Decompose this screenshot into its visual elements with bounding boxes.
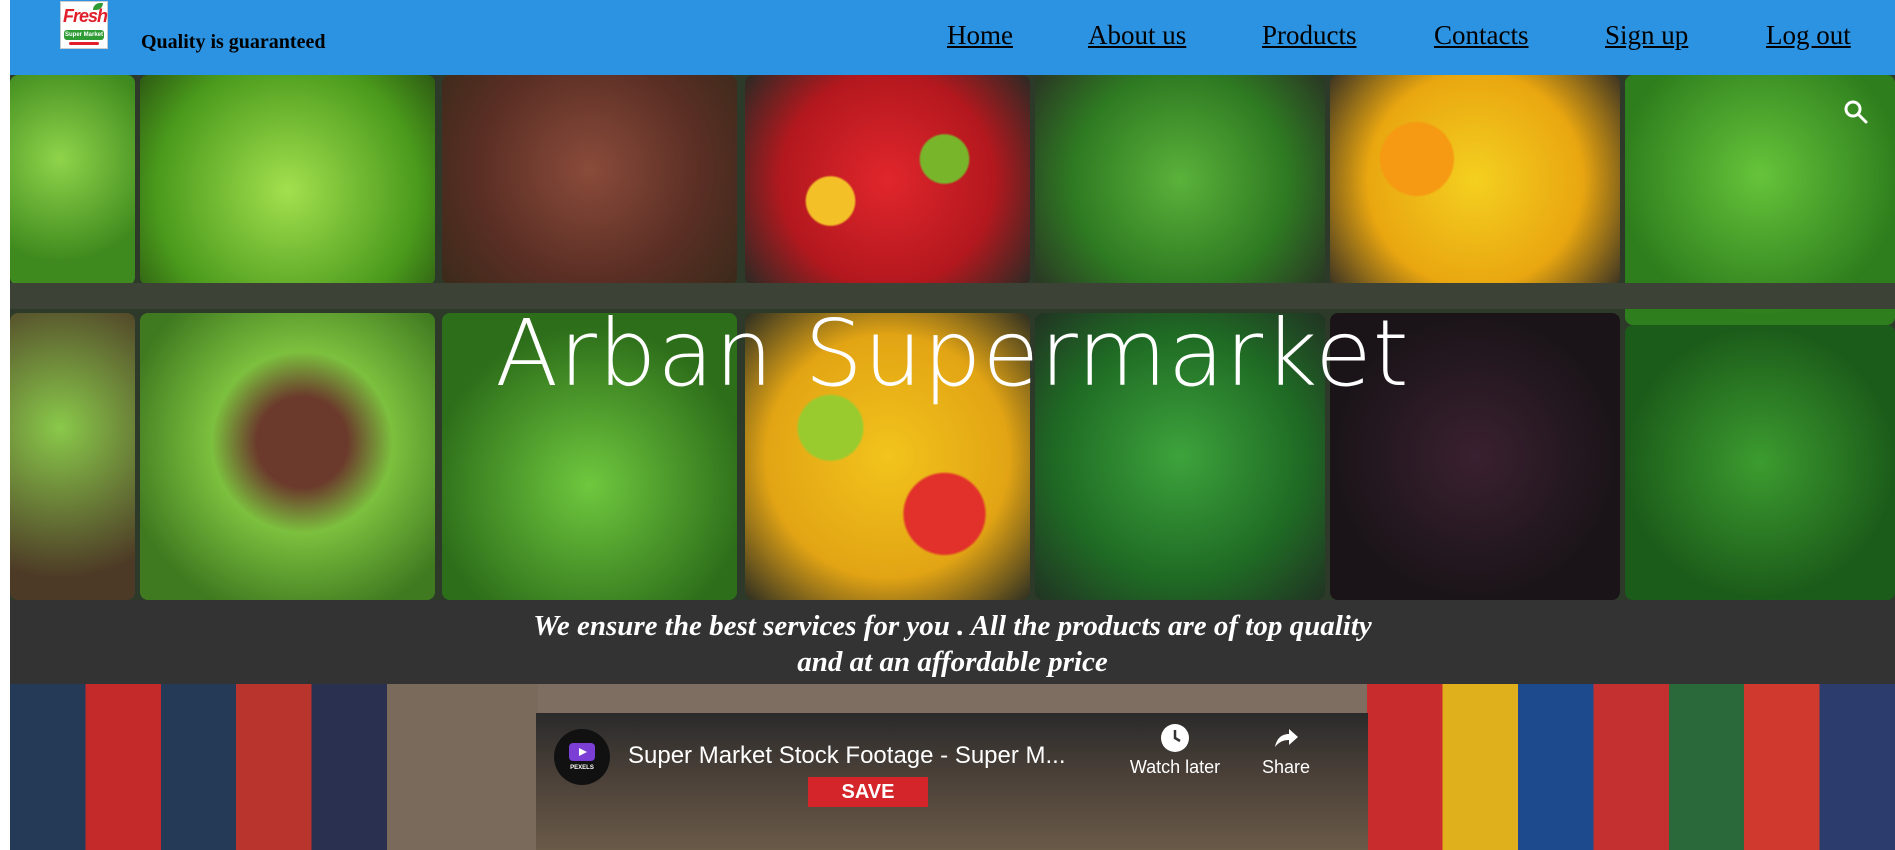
nav-home[interactable]: Home [947, 20, 1013, 51]
nav-log-out[interactable]: Log out [1766, 20, 1851, 51]
clock-icon [1161, 724, 1189, 752]
hero-title: Arban Supermarket [495, 300, 1410, 407]
play-icon [569, 743, 595, 761]
tagline-banner: We ensure the best services for you . Al… [10, 600, 1895, 684]
nav-products[interactable]: Products [1262, 20, 1357, 51]
channel-name: PEXELS [570, 765, 594, 771]
search-icon[interactable] [1843, 99, 1869, 125]
logo-underline [69, 42, 99, 45]
watch-later-label: Watch later [1129, 757, 1221, 777]
top-nav-bar: Fresh Super Market Quality is guaranteed… [10, 0, 1895, 75]
tagline: Quality is guaranteed [141, 31, 326, 53]
save-sign: SAVE [808, 777, 928, 807]
brand-logo[interactable]: Fresh Super Market [60, 1, 108, 49]
nav-contacts[interactable]: Contacts [1434, 20, 1529, 51]
nav-about-us[interactable]: About us [1088, 20, 1186, 51]
hero-banner: Arban Supermarket [10, 75, 1895, 600]
video-title[interactable]: Super Market Stock Footage - Super M... [628, 742, 1066, 770]
share-button[interactable]: Share [1251, 723, 1321, 778]
channel-avatar[interactable]: PEXELS [554, 729, 610, 785]
banner-text-line1: We ensure the best services for you . Al… [533, 610, 1372, 642]
logo-text: Fresh [63, 6, 108, 26]
banner-text-line2: and at an affordable price [797, 646, 1108, 678]
page: Fresh Super Market Quality is guaranteed… [10, 0, 1895, 850]
nav-sign-up[interactable]: Sign up [1605, 20, 1688, 51]
embedded-video-player[interactable]: SAVE PEXELS Super Market Stock Footage -… [536, 713, 1368, 850]
share-icon [1275, 729, 1298, 747]
share-label: Share [1261, 757, 1311, 777]
video-section: SAVE PEXELS Super Market Stock Footage -… [10, 684, 1895, 850]
video-thumbnail [536, 713, 1368, 850]
watch-later-button[interactable]: Watch later [1120, 723, 1230, 778]
logo-subtext: Super Market [64, 30, 104, 40]
